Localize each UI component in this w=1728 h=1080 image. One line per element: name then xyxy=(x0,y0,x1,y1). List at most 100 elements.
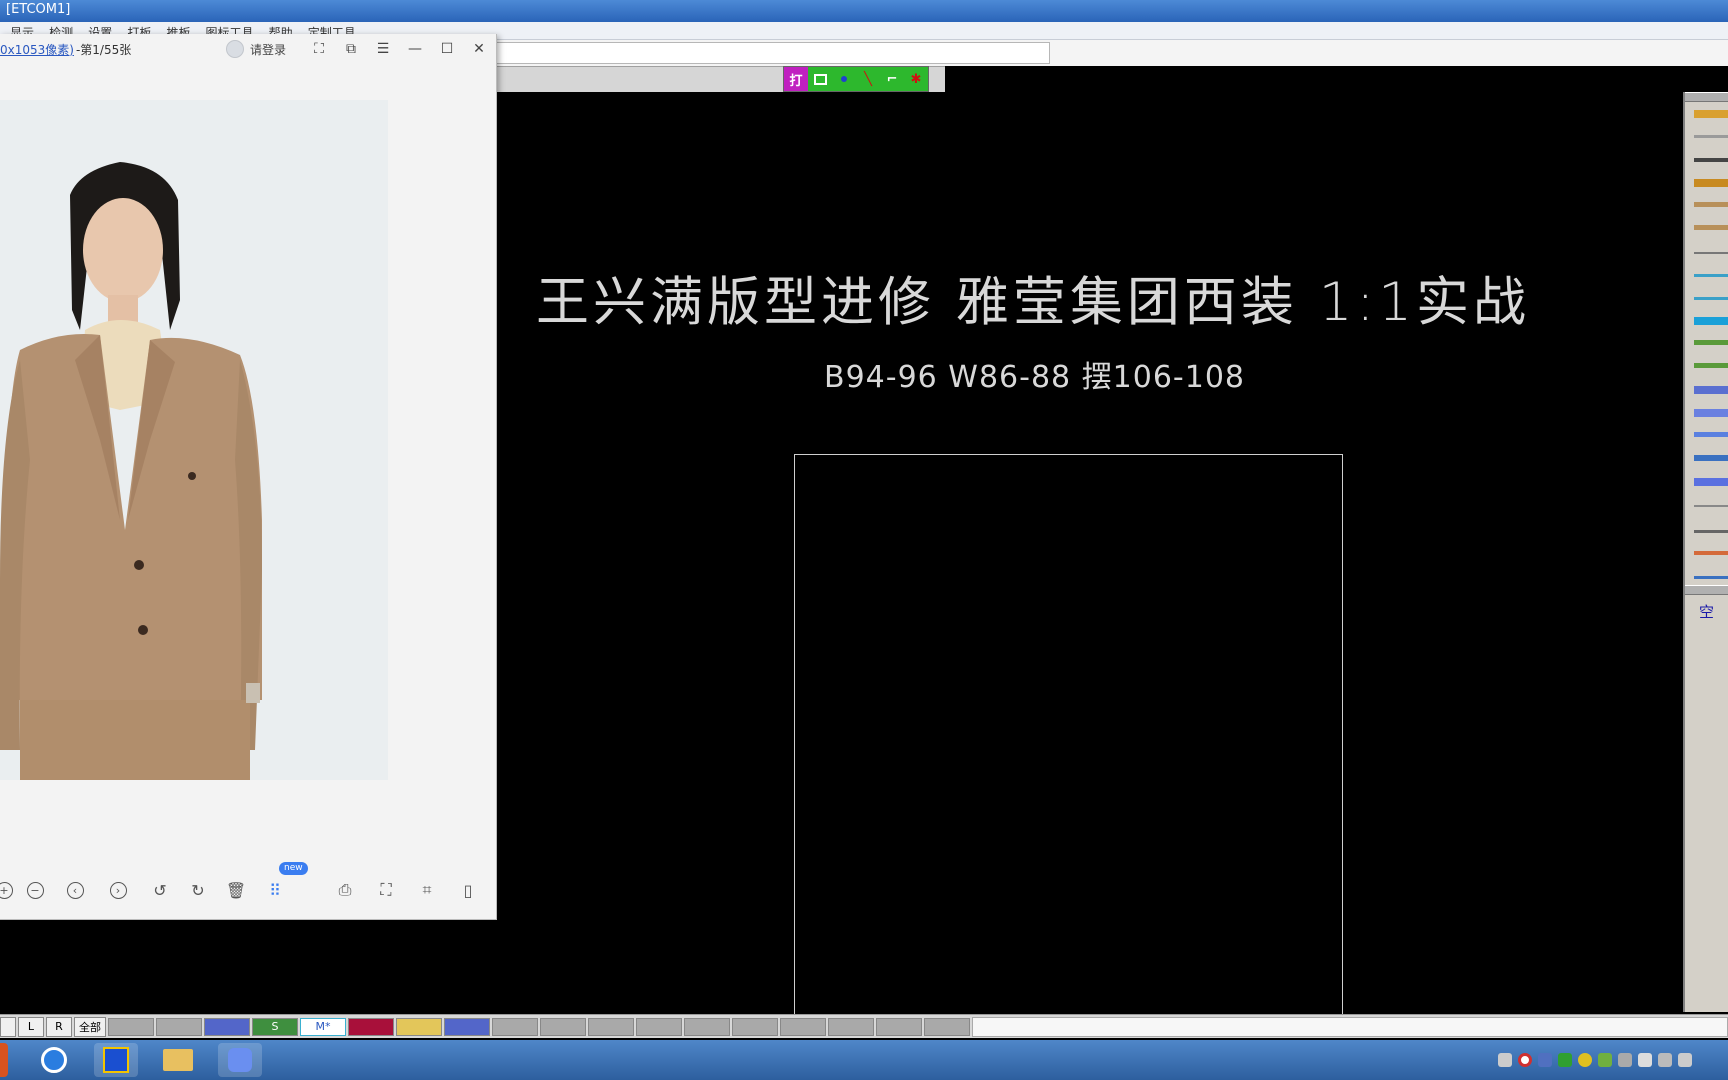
taskbar-app-edge[interactable] xyxy=(0,1043,8,1077)
prev-icon[interactable]: ‹ xyxy=(65,880,85,900)
taskbar-photo-viewer-icon[interactable] xyxy=(218,1043,262,1077)
size-swatch[interactable] xyxy=(492,1017,538,1036)
delete-icon[interactable]: 🗑 xyxy=(226,880,246,900)
zoom-out-icon[interactable]: − xyxy=(25,880,45,900)
move-tool-icon[interactable] xyxy=(1690,309,1728,332)
size-swatch[interactable] xyxy=(348,1017,394,1036)
viewer-toolbar: + − ‹ › ↺ ↻ 🗑 ⠿ new ⎙ ⛶ ⌗ ▯ xyxy=(0,862,497,904)
rotate-right-icon[interactable]: ↻ xyxy=(188,880,208,900)
split-tool-icon[interactable] xyxy=(1690,286,1728,309)
panel-tool-icon[interactable] xyxy=(1690,401,1728,424)
fullscreen-icon[interactable]: ⛶ xyxy=(310,40,328,58)
window-title: [ETCOM1] xyxy=(6,2,71,17)
display-icon[interactable] xyxy=(1638,1053,1652,1067)
taskbar-browser-icon[interactable] xyxy=(32,1043,76,1077)
pleat-tool-icon[interactable] xyxy=(1690,355,1728,378)
size-swatch[interactable] xyxy=(924,1017,970,1036)
crop-icon[interactable]: ⛶ xyxy=(376,880,396,900)
model-photo xyxy=(0,100,388,780)
window-controls: ⛶ ⧉ ☰ — ☐ ✕ xyxy=(310,40,488,58)
size-swatch[interactable] xyxy=(732,1017,778,1036)
size-swatch[interactable] xyxy=(396,1017,442,1036)
mute-icon[interactable] xyxy=(1618,1053,1632,1067)
size-swatch[interactable] xyxy=(204,1017,250,1036)
taskbar xyxy=(0,1040,1728,1080)
angle-tool-icon[interactable]: ⌐ xyxy=(880,67,904,91)
battery-icon[interactable] xyxy=(1598,1053,1612,1067)
compass-tool-icon[interactable] xyxy=(1690,148,1728,171)
page-counter: -第1/55张 xyxy=(75,42,132,57)
file-size-link[interactable]: 0x1053像素) xyxy=(0,41,74,58)
size-swatch[interactable] xyxy=(108,1017,154,1036)
edge-tool-icon[interactable] xyxy=(1690,217,1728,240)
flag-icon[interactable] xyxy=(1658,1053,1672,1067)
save-icon[interactable]: ▯ xyxy=(458,880,478,900)
taskbar-folder-icon[interactable] xyxy=(156,1043,200,1077)
menu-icon[interactable]: ☰ xyxy=(374,40,392,58)
line-tool-icon[interactable]: ╲ xyxy=(856,67,880,91)
measure-tool-icon[interactable] xyxy=(1690,171,1728,194)
popout-icon[interactable]: ⧉ xyxy=(342,40,360,58)
point-tool-icon[interactable] xyxy=(832,67,856,91)
size-swatch[interactable] xyxy=(156,1017,202,1036)
print-icon[interactable]: ⎙ xyxy=(335,880,355,900)
size-swatch[interactable] xyxy=(636,1017,682,1036)
mini-toolbar: 打 ╲ ⌐ ✱ xyxy=(783,66,929,92)
update-icon[interactable] xyxy=(1578,1053,1592,1067)
pattern-tool-icon[interactable]: 打 xyxy=(784,67,808,91)
size-swatch[interactable] xyxy=(828,1017,874,1036)
size-swatch[interactable] xyxy=(444,1017,490,1036)
window-titlebar: [ETCOM1] xyxy=(0,0,1728,22)
size-swatch[interactable] xyxy=(540,1017,586,1036)
size-swatch[interactable]: S xyxy=(252,1017,298,1036)
size-swatch[interactable] xyxy=(588,1017,634,1036)
scan-icon[interactable]: ⌗ xyxy=(417,880,437,900)
layer-l-button[interactable]: L xyxy=(18,1016,44,1037)
layer-r-button[interactable]: R xyxy=(46,1016,72,1037)
security-icon[interactable] xyxy=(1558,1053,1572,1067)
rect-tool-icon[interactable] xyxy=(808,67,832,91)
delete-tool-icon[interactable]: ✱ xyxy=(904,67,928,91)
pattern-outline[interactable] xyxy=(794,454,1343,1014)
apps-icon[interactable]: ⠿ xyxy=(265,880,285,900)
curve-tool-icon[interactable] xyxy=(1690,194,1728,217)
seam-tool-icon[interactable] xyxy=(1690,424,1728,447)
ruler-tool-icon[interactable] xyxy=(1690,125,1728,148)
network-icon[interactable] xyxy=(1538,1053,1552,1067)
layer-all-button[interactable]: 全部 xyxy=(74,1016,106,1037)
record-icon[interactable] xyxy=(1518,1053,1532,1067)
minimize-icon[interactable]: — xyxy=(406,40,424,58)
command-field[interactable] xyxy=(490,42,1050,64)
fraction-tool-icon[interactable] xyxy=(1690,493,1728,516)
size-swatch[interactable] xyxy=(780,1017,826,1036)
size-swatch[interactable] xyxy=(876,1017,922,1036)
zoom-in-icon[interactable]: + xyxy=(0,880,14,900)
palette-header xyxy=(1685,92,1728,102)
new-badge: new xyxy=(279,862,308,875)
pencil-tool-icon[interactable] xyxy=(1690,102,1728,125)
scale-tool-icon[interactable] xyxy=(1690,562,1728,585)
cut-tool-icon[interactable] xyxy=(1690,470,1728,493)
canvas-subtitle: B94-96 W86-88 摆106-108 xyxy=(824,360,1246,395)
volume-icon[interactable] xyxy=(1678,1053,1692,1067)
flip-tool-icon[interactable] xyxy=(1690,447,1728,470)
close-icon[interactable]: ✕ xyxy=(470,40,488,58)
arrow-tool-icon[interactable] xyxy=(1690,263,1728,286)
maximize-icon[interactable]: ☐ xyxy=(438,40,456,58)
rotate-left-icon[interactable]: ↺ xyxy=(150,880,170,900)
colorbar-remainder xyxy=(972,1016,1728,1037)
keyboard-icon[interactable] xyxy=(1498,1053,1512,1067)
tool-palette: 空 xyxy=(1683,92,1728,1012)
login-link[interactable]: 请登录 xyxy=(250,41,286,58)
dart-tool-icon[interactable] xyxy=(1690,332,1728,355)
grid-tool-icon[interactable] xyxy=(1690,378,1728,401)
angle-tool-icon-2[interactable] xyxy=(1690,240,1728,263)
notch-tool-icon[interactable] xyxy=(1690,516,1728,539)
next-icon[interactable]: › xyxy=(108,880,128,900)
taskbar-cad-icon[interactable] xyxy=(94,1043,138,1077)
size-swatch[interactable]: M* xyxy=(300,1017,346,1036)
login-area[interactable]: 请登录 xyxy=(226,40,286,58)
triangle-tool-icon[interactable] xyxy=(1690,539,1728,562)
drawing-canvas[interactable]: 王兴满版型进修 雅莹集团西装 1:1实战 B94-96 W86-88 摆106-… xyxy=(490,92,1682,1014)
size-swatch[interactable] xyxy=(684,1017,730,1036)
